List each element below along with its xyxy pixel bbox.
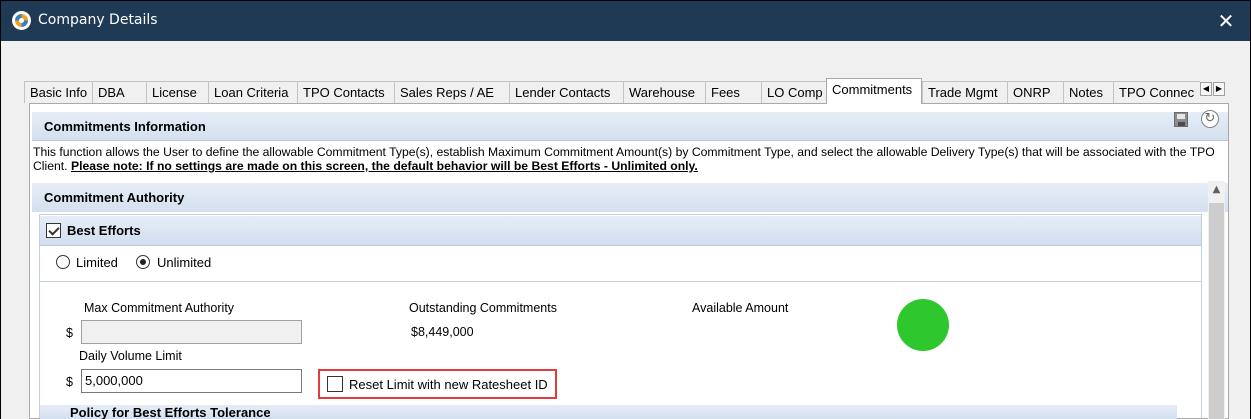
tab-tpo-connect[interactable]: TPO Connec	[1113, 81, 1200, 103]
tab-license[interactable]: License	[146, 81, 208, 103]
tab-lender-contacts[interactable]: Lender Contacts	[509, 81, 623, 103]
radio-limited[interactable]	[56, 255, 70, 269]
tab-scroll-right-icon[interactable]: ▶	[1213, 82, 1225, 96]
outstanding-commitments-value: $8,449,000	[411, 325, 474, 339]
radio-unlimited-label: Unlimited	[157, 255, 212, 270]
app-logo-icon	[12, 11, 31, 30]
best-efforts-label: Best Efforts	[67, 223, 141, 238]
section-divider	[40, 281, 1201, 282]
tab-tpo-contacts[interactable]: TPO Contacts	[297, 81, 394, 103]
commitments-info-header: Commitments Information	[32, 112, 1228, 141]
tab-notes[interactable]: Notes	[1063, 81, 1113, 103]
commitments-description: This function allows the User to define …	[33, 145, 1228, 173]
best-efforts-checkbox[interactable]	[46, 223, 61, 238]
company-details-window: Company Details ✕ Basic Info DBA License…	[1, 1, 1250, 419]
outstanding-commitments-label: Outstanding Commitments	[409, 301, 557, 315]
daily-volume-currency: $	[66, 375, 73, 389]
scroll-up-icon[interactable]: ▲	[1208, 181, 1225, 198]
tab-basic-info[interactable]: Basic Info	[24, 81, 92, 103]
max-commitment-input[interactable]	[81, 320, 302, 344]
tab-lo-comp[interactable]: LO Comp	[761, 81, 826, 103]
tab-scroll-left-icon[interactable]: ◀	[1200, 82, 1212, 96]
tab-dba[interactable]: DBA	[92, 81, 146, 103]
reset-limit-option[interactable]: Reset Limit with new Ratesheet ID	[318, 369, 557, 399]
refresh-icon[interactable]: ↻	[1201, 110, 1219, 128]
best-efforts-header: Best Efforts	[40, 216, 1201, 246]
tab-loan-criteria[interactable]: Loan Criteria	[208, 81, 297, 103]
tab-sales-reps-ae[interactable]: Sales Reps / AE	[394, 81, 509, 103]
max-commitment-label: Max Commitment Authority	[84, 301, 235, 315]
tab-commitments[interactable]: Commitments	[826, 78, 922, 104]
policy-tolerance-header: Policy for Best Efforts Tolerance	[40, 405, 1177, 419]
tab-onrp[interactable]: ONRP	[1007, 81, 1063, 103]
save-icon[interactable]	[1174, 112, 1188, 127]
daily-volume-label: Daily Volume Limit	[79, 349, 182, 363]
max-commitment-currency: $	[66, 326, 73, 340]
title-bar: Company Details ✕	[1, 1, 1250, 41]
reset-limit-label: Reset Limit with new Ratesheet ID	[349, 377, 548, 392]
window-title: Company Details	[38, 12, 158, 28]
close-icon[interactable]: ✕	[1213, 9, 1239, 33]
radio-unlimited[interactable]	[136, 255, 150, 269]
available-status-indicator	[897, 299, 949, 351]
commitment-authority-header: Commitment Authority	[32, 183, 1228, 212]
tab-fees[interactable]: Fees	[705, 81, 761, 103]
tab-strip: Basic Info DBA License Loan Criteria TPO…	[24, 78, 1226, 104]
commitments-info-title: Commitments Information	[44, 119, 206, 134]
default-behavior-note: Please note: If no settings are made on …	[70, 159, 698, 173]
radio-limited-label: Limited	[76, 255, 118, 270]
tab-trade-mgmt[interactable]: Trade Mgmt	[922, 81, 1007, 103]
daily-volume-input[interactable]: 5,000,000	[81, 369, 302, 393]
tab-warehouse[interactable]: Warehouse	[623, 81, 705, 103]
vertical-scrollbar[interactable]: ▲	[1208, 181, 1225, 419]
available-amount-label: Available Amount	[692, 301, 789, 315]
scroll-thumb[interactable]	[1209, 203, 1224, 419]
reset-limit-checkbox[interactable]	[327, 376, 343, 392]
